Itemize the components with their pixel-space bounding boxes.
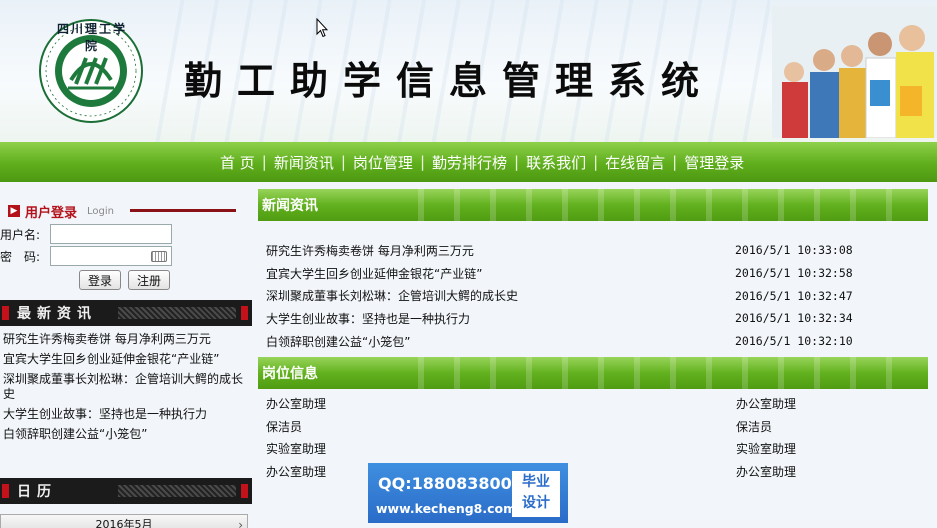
jobs-section-header: 岗位信息 (258, 357, 928, 389)
main-nav-bar: 首 页 | 新闻资讯 | 岗位管理 | 勤劳排行榜 | 联系我们 | 在线留言 … (0, 142, 937, 182)
header-pattern (388, 357, 908, 389)
table-row[interactable]: 白领辞职创建公益“小笼包” 2016/5/1 10:32:10 (262, 330, 928, 353)
login-button[interactable]: 登录 (79, 270, 121, 290)
main-nav: 首 页 | 新闻资讯 | 岗位管理 | 勤劳排行榜 | 联系我们 | 在线留言 … (213, 142, 751, 182)
watermark-badge: 毕业 设计 (512, 471, 560, 517)
news-title[interactable]: 白领辞职创建公益“小笼包” (262, 333, 410, 350)
nav-message[interactable]: 在线留言 (598, 152, 672, 173)
job-title[interactable]: 办公室助理 (262, 463, 326, 480)
password-label: 密 码: (0, 249, 41, 264)
list-item[interactable]: 深圳聚成董事长刘松琳：企管培训大鳄的成长史 (0, 370, 252, 405)
list-item[interactable]: 白领辞职创建公益“小笼包” (0, 425, 252, 445)
jobs-table: 办公室助理 办公室助理 保洁员 保洁员 实验室助理 实验室助理 办公室助理 办公… (262, 392, 928, 483)
system-title: 勤工助学信息管理系统 (184, 58, 715, 103)
students-photo (772, 6, 937, 138)
watermark-url: www.kecheng8.com (376, 501, 517, 516)
watermark-banner: QQ:188083800 www.kecheng8.com 毕业 设计 (368, 463, 568, 523)
table-row[interactable]: 保洁员 保洁员 (262, 415, 928, 438)
table-row[interactable]: 实验室助理 实验室助理 (262, 437, 928, 460)
badge-line: 毕业 (522, 474, 550, 490)
bar-tab-right (241, 484, 248, 498)
badge-line: 设计 (522, 495, 550, 511)
password-row: 密 码: (0, 246, 172, 266)
job-title[interactable]: 办公室助理 (736, 395, 796, 412)
arrow-right-icon: ▶ (8, 205, 20, 217)
news-table: 研究生许秀梅卖卷饼 每月净利两三万元 2016/5/1 10:33:08 宜宾大… (262, 239, 928, 352)
left-sidebar: ▶ 用户登录 Login 用户名: 密 码: 登录 注册 最新资讯 研究生许秀梅… (0, 192, 252, 528)
job-title[interactable]: 办公室助理 (736, 463, 796, 480)
job-title[interactable]: 保洁员 (262, 418, 302, 435)
news-title[interactable]: 大学生创业故事：坚持也是一种执行力 (262, 310, 470, 327)
site-header: 四川理工学院 勤工助学信息管理系统 (0, 0, 937, 142)
login-subtitle: Login (87, 205, 114, 217)
login-header-line (130, 209, 236, 212)
login-title: 用户登录 (25, 205, 78, 221)
register-button[interactable]: 注册 (128, 270, 170, 290)
latest-news-header: 最新资讯 (0, 300, 252, 326)
password-input[interactable] (50, 246, 172, 266)
list-item[interactable]: 宜宾大学生回乡创业延伸金银花“产业链” (0, 350, 252, 370)
table-row[interactable]: 办公室助理 办公室助理 (262, 460, 928, 483)
nav-jobs[interactable]: 岗位管理 (346, 152, 420, 173)
news-title[interactable]: 深圳聚成董事长刘松琳：企管培训大鳄的成长史 (262, 287, 518, 304)
calendar-title: 日历 (17, 484, 57, 500)
logo-arc-text: 四川理工学院 (56, 22, 127, 53)
username-label: 用户名: (0, 227, 41, 242)
nav-contact[interactable]: 联系我们 (519, 152, 593, 173)
calendar-next-button[interactable]: › (238, 515, 243, 528)
mouse-cursor-icon (316, 18, 328, 38)
calendar-header: 日历 (0, 478, 252, 504)
list-item[interactable]: 大学生创业故事：坚持也是一种执行力 (0, 405, 252, 425)
news-section-header: 新闻资讯 (258, 189, 928, 221)
username-input[interactable] (50, 224, 172, 244)
table-row[interactable]: 大学生创业故事：坚持也是一种执行力 2016/5/1 10:32:34 (262, 307, 928, 330)
nav-news[interactable]: 新闻资讯 (267, 152, 341, 173)
news-date: 2016/5/1 10:32:47 (735, 288, 853, 303)
news-section-title: 新闻资讯 (262, 198, 318, 214)
job-title[interactable]: 实验室助理 (736, 440, 796, 457)
bar-hatch (118, 307, 236, 319)
latest-news-list: 研究生许秀梅卖卷饼 每月净利两三万元 宜宾大学生回乡创业延伸金银花“产业链” 深… (0, 330, 252, 445)
username-row: 用户名: (0, 224, 172, 244)
calendar-month: 2016年5月 (95, 518, 153, 528)
calendar-month-bar: 2016年5月 › (0, 514, 248, 528)
table-row[interactable]: 宜宾大学生回乡创业延伸金银花“产业链” 2016/5/1 10:32:58 (262, 262, 928, 285)
job-title[interactable]: 实验室助理 (262, 440, 326, 457)
job-title[interactable]: 办公室助理 (262, 395, 326, 412)
header-pattern (388, 189, 908, 221)
watermark-qq: QQ:188083800 (378, 474, 512, 493)
jobs-section-title: 岗位信息 (262, 366, 318, 382)
login-header: ▶ 用户登录 Login (8, 202, 114, 221)
news-date: 2016/5/1 10:32:10 (735, 334, 853, 349)
nav-ranking[interactable]: 勤劳排行榜 (425, 152, 514, 173)
table-row[interactable]: 研究生许秀梅卖卷饼 每月净利两三万元 2016/5/1 10:33:08 (262, 239, 928, 262)
news-date: 2016/5/1 10:32:34 (735, 311, 853, 326)
nav-home[interactable]: 首 页 (213, 152, 262, 173)
list-item[interactable]: 研究生许秀梅卖卷饼 每月净利两三万元 (0, 330, 252, 350)
table-row[interactable]: 深圳聚成董事长刘松琳：企管培训大鳄的成长史 2016/5/1 10:32:47 (262, 284, 928, 307)
news-title[interactable]: 研究生许秀梅卖卷饼 每月净利两三万元 (262, 242, 474, 259)
bar-hatch (118, 485, 236, 497)
latest-news-title: 最新资讯 (17, 306, 97, 322)
keyboard-icon[interactable] (151, 251, 167, 262)
news-title[interactable]: 宜宾大学生回乡创业延伸金银花“产业链” (262, 265, 482, 282)
table-row[interactable]: 办公室助理 办公室助理 (262, 392, 928, 415)
bar-tab-left (2, 306, 9, 320)
nav-admin-login[interactable]: 管理登录 (677, 152, 751, 173)
news-date: 2016/5/1 10:33:08 (735, 243, 853, 258)
bar-tab-right (241, 306, 248, 320)
news-date: 2016/5/1 10:32:58 (735, 266, 853, 281)
bar-tab-left (2, 484, 9, 498)
job-title[interactable]: 保洁员 (736, 418, 772, 435)
